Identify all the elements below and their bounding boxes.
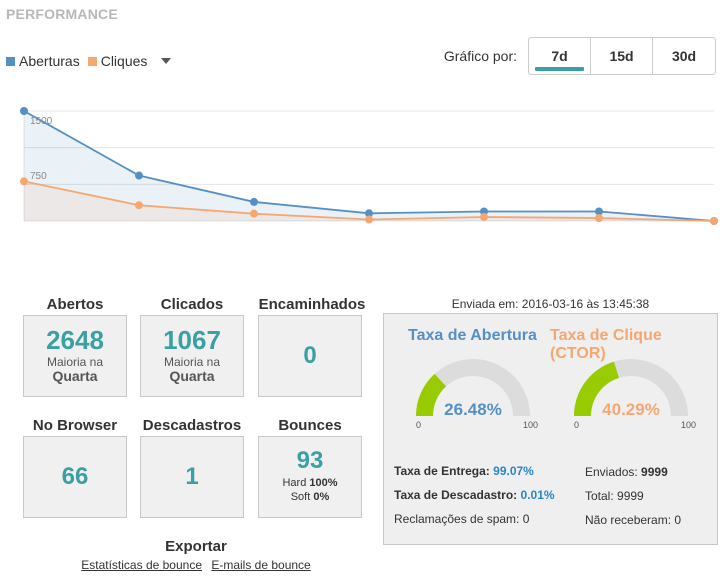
range-option-7d[interactable]: 7d — [529, 38, 591, 74]
data-point-1-6 — [710, 217, 718, 225]
rates-panel: Taxa de Abertura Taxa de Clique (CTOR) 2… — [383, 313, 718, 545]
export-bounce-emails-link[interactable]: E-mails de bounce — [211, 558, 310, 572]
hard-value: 100% — [309, 477, 338, 490]
range-option-30d[interactable]: 30d — [653, 38, 715, 74]
data-point-1-4 — [480, 212, 488, 221]
bounces-soft: Soft 0% — [291, 491, 330, 505]
legend-opens-label: Aberturas — [19, 53, 80, 69]
open-rate-gauge: 26.48% 0 100 — [408, 350, 538, 430]
descadastros-value: 1 — [185, 463, 199, 490]
data-point-1-1 — [135, 201, 143, 210]
range-option-15d[interactable]: 15d — [591, 38, 653, 74]
legend-item-clicks[interactable]: Cliques — [87, 53, 148, 69]
clicados-label: Clicados — [160, 296, 224, 313]
click-gauge-max: 100 — [680, 420, 696, 430]
export-title: Exportar — [165, 538, 227, 555]
total-label: Total: — [585, 489, 614, 503]
export-links: Estatísticas de bounce E-mails de bounce — [78, 558, 314, 572]
chart-range-selector: Gráfico por: 7d 15d 30d — [444, 37, 716, 75]
performance-chart: 1500 750 — [20, 107, 718, 225]
range-segmented-control: 7d 15d 30d — [528, 37, 716, 75]
not-received-count: Não receberam: 0 — [585, 513, 681, 527]
abertos-card: 2648 Maioria na Quarta — [23, 315, 127, 397]
click-rate-value: 40.29% — [602, 400, 660, 419]
open-gauge-max: 100 — [522, 420, 538, 430]
hard-label: Hard — [282, 477, 307, 490]
bounces-hard: Hard 100% — [282, 477, 337, 491]
sent-at: Enviada em: 2016-03-16 às 13:45:38 — [451, 297, 650, 311]
data-point-0-1 — [135, 171, 143, 180]
descadastros-label: Descadastros — [142, 417, 242, 434]
total-value: 9999 — [617, 489, 644, 503]
unsub-rate: Taxa de Descadastro: 0.01% — [394, 488, 555, 502]
chart-by-label: Gráfico por: — [443, 48, 517, 64]
unsub-value: 0.01% — [520, 488, 555, 502]
abertos-day: Quarta — [52, 368, 98, 385]
soft-value: 0% — [313, 491, 330, 503]
encaminhados-card: 0 — [258, 315, 362, 397]
clicks-swatch — [87, 56, 97, 66]
abertos-label: Abertos — [46, 296, 104, 313]
data-point-0-2 — [250, 197, 258, 206]
data-point-1-2 — [250, 209, 258, 218]
bounces-value: 93 — [296, 447, 324, 475]
soft-label: Soft — [290, 491, 311, 503]
open-rate-value: 26.48% — [444, 400, 502, 419]
data-point-0-0 — [20, 107, 28, 115]
open-rate-title: Taxa de Abertura — [408, 327, 537, 344]
data-point-1-5 — [595, 214, 603, 223]
total-count: Total: 9999 — [585, 489, 644, 503]
open-gauge-min: 0 — [416, 420, 422, 430]
legend-item-opens[interactable]: Aberturas — [6, 53, 80, 69]
clicados-value: 1067 — [163, 325, 221, 356]
clicados-card: 1067 Maioria na Quarta — [140, 315, 244, 397]
delivery-value: 99.07% — [493, 464, 534, 478]
bounces-card: 93 Hard 100% Soft 0% — [258, 436, 362, 518]
sent-value: 9999 — [641, 465, 668, 479]
no-browser-card: 66 — [23, 436, 127, 518]
abertos-value: 2648 — [46, 325, 104, 356]
spam-value: 0 — [522, 512, 530, 526]
click-gauge-min: 0 — [574, 420, 580, 430]
no-browser-label: No Browser — [32, 417, 118, 434]
unsub-label: Taxa de Descadastro: — [394, 488, 518, 502]
opens-swatch — [6, 56, 15, 66]
data-point-1-0 — [20, 177, 28, 186]
clicados-day: Quarta — [169, 368, 215, 385]
data-point-1-3 — [365, 215, 373, 224]
y-tick-label-0: 1500 — [30, 116, 53, 127]
spam-label: Reclamações de spam: — [394, 512, 520, 526]
bounces-label: Bounces — [278, 417, 342, 434]
legend-clicks-label: Cliques — [100, 53, 148, 69]
encaminhados-value: 0 — [303, 342, 317, 369]
descadastros-card: 1 — [140, 436, 244, 518]
delivery-label: Taxa de Entrega: — [394, 464, 490, 478]
no-browser-value: 66 — [61, 463, 89, 490]
not-received-value: 0 — [674, 513, 682, 527]
sent-count: Enviados: 9999 — [585, 465, 668, 479]
export-bounce-stats-link[interactable]: Estatísticas de bounce — [81, 558, 202, 572]
spam-complaints: Reclamações de spam: 0 — [394, 512, 529, 526]
delivery-rate: Taxa de Entrega: 99.07% — [394, 464, 534, 478]
click-rate-gauge: 40.29% 0 100 — [566, 350, 696, 430]
not-received-label: Não receberam: — [585, 513, 672, 527]
chart-legend[interactable]: Aberturas Cliques — [6, 53, 172, 69]
section-title: PERFORMANCE — [6, 6, 118, 22]
sent-label: Enviados: — [585, 465, 638, 479]
encaminhados-label: Encaminhados — [258, 296, 366, 313]
chevron-down-icon[interactable] — [161, 58, 172, 64]
y-tick-label-1: 750 — [30, 171, 47, 182]
